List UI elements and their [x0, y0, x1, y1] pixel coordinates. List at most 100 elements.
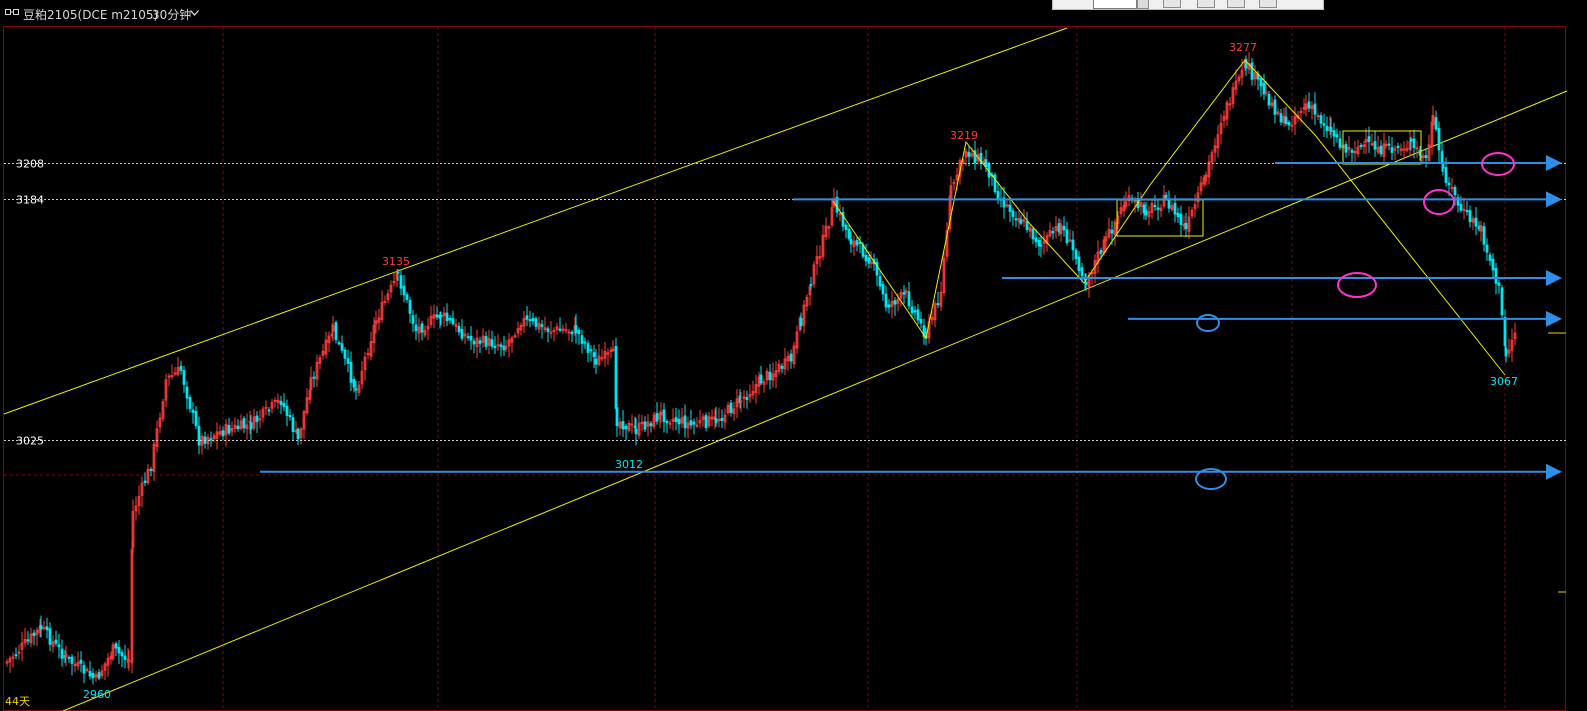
candle-down [592, 352, 596, 358]
candle-down [466, 336, 470, 339]
chevron-down-icon[interactable] [190, 10, 199, 16]
candle-down [799, 317, 803, 327]
candle-down [1284, 116, 1288, 124]
candle-down [902, 292, 906, 295]
candle-down [1051, 231, 1055, 234]
price-chart[interactable]: 3208 3184 3025 2960 3135 3012 3219 3277 3067 44天 [0, 26, 1587, 711]
candle-down [346, 358, 350, 364]
candle-down [285, 405, 289, 416]
candle-down [79, 659, 83, 664]
period-selector[interactable]: 30分钟 [152, 6, 191, 23]
candle-down [221, 430, 225, 437]
candle-down [780, 365, 784, 369]
candle-down [337, 342, 341, 345]
candle-down [1184, 222, 1188, 230]
toolbar-button-1[interactable] [1163, 0, 1181, 8]
candle-down [255, 415, 259, 422]
candle-down [188, 397, 192, 410]
candle-down [185, 386, 189, 399]
pivot-label: 3067 [1490, 375, 1518, 388]
toolbar-spin-arrow-icon[interactable] [1137, 0, 1149, 9]
instrument-title: 豆粕2105(DCE m2105) [23, 8, 159, 22]
candle-down [704, 415, 708, 429]
candle-down [907, 291, 911, 307]
toolbar-button-3[interactable] [1227, 0, 1245, 8]
candle-down [1144, 209, 1148, 216]
candle-down [1307, 101, 1311, 109]
candle-down [267, 409, 271, 412]
candle-down [120, 652, 124, 657]
candle-down [123, 655, 127, 660]
pivot-label: 3219 [950, 129, 978, 142]
candle-down [586, 343, 590, 353]
candle-down [1025, 221, 1029, 230]
candle-down [48, 628, 52, 645]
candle-down [1387, 143, 1391, 146]
candle-down [460, 328, 464, 339]
candle-down [1287, 121, 1291, 126]
candle-down [439, 315, 443, 318]
candle-down [1503, 317, 1507, 347]
candle-down [340, 343, 344, 351]
candle-down [1071, 239, 1075, 251]
chart-header: 豆粕2105(DCE m2105) 30分钟 [0, 0, 1587, 26]
candle-down [1062, 225, 1066, 231]
candle-down [396, 271, 400, 274]
highlight-circle [1337, 272, 1377, 298]
candle-down [677, 418, 681, 425]
candle-down [615, 407, 619, 427]
candle-down [1332, 130, 1336, 137]
candle-down [1344, 144, 1348, 153]
candle-down [655, 413, 659, 422]
toolbar-button-2[interactable] [1197, 0, 1215, 8]
candle-down [528, 319, 532, 322]
candle-down [1259, 77, 1263, 87]
candle-down [574, 325, 578, 334]
candle-down [1179, 213, 1183, 225]
candle-down [334, 322, 338, 341]
candle-down [689, 420, 693, 426]
candle-down [1482, 226, 1486, 245]
candle-down [490, 339, 494, 347]
candle-down [60, 648, 64, 659]
candle-down [82, 665, 86, 674]
candle-down [720, 417, 724, 421]
channel-line [3, 27, 1068, 415]
candle-down [1465, 210, 1469, 213]
candle-down [849, 239, 853, 245]
candle-down [1409, 138, 1413, 142]
candle-down [809, 284, 813, 287]
toolbar-button-4[interactable] [1259, 0, 1277, 8]
chart-link-icon[interactable] [5, 8, 19, 16]
candle-down [282, 402, 286, 408]
candle-down [414, 324, 418, 332]
candle-down [649, 423, 653, 427]
candle-down [57, 644, 61, 648]
candle-down [1329, 126, 1333, 132]
candle-down [1424, 155, 1428, 158]
candle-down [352, 379, 356, 388]
candle-down [32, 632, 36, 636]
candle-down [844, 224, 848, 230]
candle-down [1390, 147, 1394, 153]
candle-down [674, 417, 678, 422]
candle-down [531, 317, 535, 322]
candle-down [279, 400, 283, 406]
candle-down [864, 254, 868, 262]
zigzag-wave-lines [832, 59, 1506, 376]
candle-down [408, 300, 412, 314]
zigzag-line [832, 59, 1506, 376]
candle-down [97, 672, 101, 679]
candle-down [1267, 93, 1271, 106]
candle-down [45, 626, 49, 631]
candle-down [919, 318, 923, 324]
candle-down [1074, 249, 1078, 260]
candle-down [936, 303, 940, 306]
candle-down [209, 438, 213, 441]
toolbar-spin-input[interactable] [1093, 0, 1137, 9]
candle-down [179, 365, 183, 371]
candle-down [594, 358, 598, 365]
candle-down [570, 331, 574, 335]
candle-down [1273, 99, 1277, 115]
candle-down [1156, 207, 1160, 210]
